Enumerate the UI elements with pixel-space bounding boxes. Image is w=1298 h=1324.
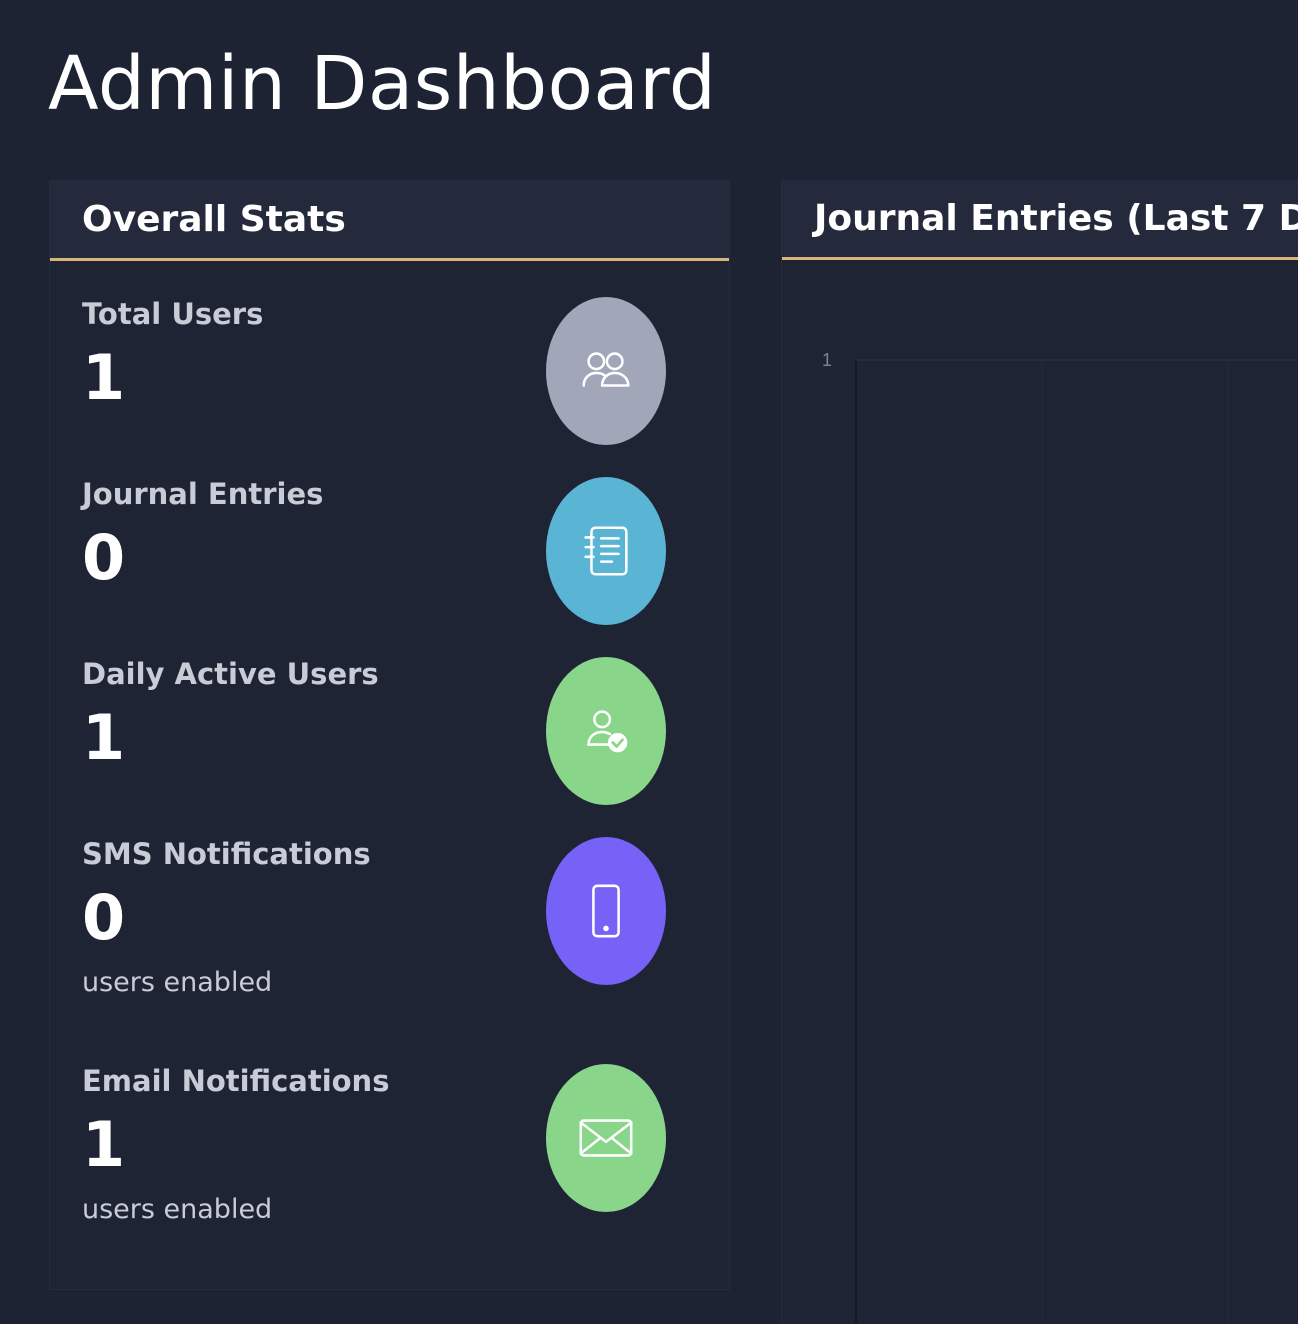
journal-entries-chart-card: Journal Entries (Last 7 Days) 1: [781, 180, 1298, 1324]
journal-entries-chart-header: Journal Entries (Last 7 Days): [782, 180, 1298, 260]
y-tick-label: 1: [822, 350, 832, 370]
stat-label: SMS Notifications: [82, 837, 371, 871]
stat-value: 1: [82, 701, 126, 774]
journal-entries-chart: 1: [822, 350, 1298, 1324]
user-check-icon: [546, 657, 666, 805]
stat-value: 1: [82, 341, 126, 414]
overall-stats-card: Overall Stats Total Users 1 Journal Entr…: [49, 180, 730, 1290]
page-title: Admin Dashboard: [48, 41, 717, 127]
overall-stats-header: Overall Stats: [50, 181, 729, 261]
stat-label: Daily Active Users: [82, 657, 379, 691]
stat-label: Total Users: [82, 297, 264, 331]
stat-value: 0: [82, 521, 126, 594]
journal-entries-chart-title: Journal Entries (Last 7 Days): [814, 198, 1298, 239]
envelope-icon: [546, 1064, 666, 1212]
stat-subtext: users enabled: [82, 967, 273, 998]
admin-dashboard-page: Admin Dashboard Overall Stats Total User…: [0, 0, 1298, 1324]
journal-icon: [546, 477, 666, 625]
stat-value: 0: [82, 881, 126, 954]
stat-value: 1: [82, 1108, 126, 1181]
stat-label: Email Notifications: [82, 1064, 390, 1098]
stat-label: Journal Entries: [82, 477, 324, 511]
users-icon: [546, 297, 666, 445]
phone-icon: [546, 837, 666, 985]
overall-stats-title: Overall Stats: [82, 199, 346, 240]
stat-subtext: users enabled: [82, 1194, 273, 1225]
